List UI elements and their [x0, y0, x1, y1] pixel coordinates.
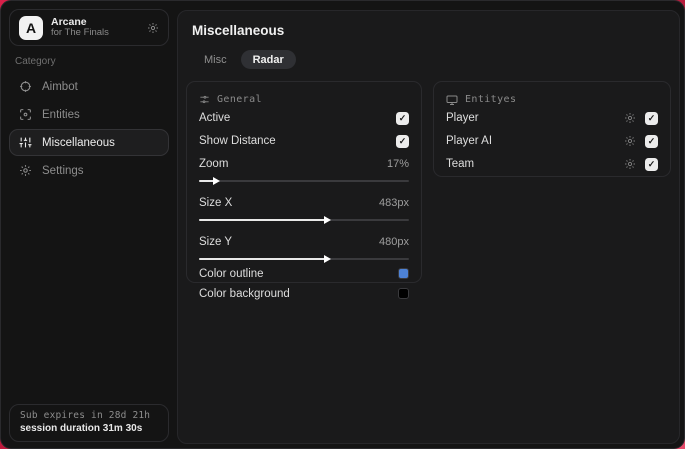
sidebar: A Arcane for The Finals Category Aimbot …	[1, 1, 177, 448]
zoom-value: 17%	[386, 158, 409, 170]
sidebar-item-miscellaneous[interactable]: Miscellaneous	[9, 129, 169, 156]
team-checkbox[interactable]	[645, 157, 658, 171]
color-outline-swatch[interactable]	[398, 268, 409, 279]
monitor-icon	[446, 94, 458, 106]
app-meta: Arcane for The Finals	[51, 16, 139, 39]
sidebar-nav: Aimbot Entities Miscellaneous Settings	[9, 73, 169, 185]
sliders-horizontal-icon	[199, 94, 210, 105]
category-label: Category	[15, 56, 56, 67]
zoom-slider[interactable]	[199, 176, 409, 185]
setting-label: Size X	[199, 197, 233, 209]
app-logo: A	[19, 15, 43, 40]
active-checkbox[interactable]	[396, 111, 409, 125]
entities-header-label: Entityes	[465, 94, 517, 105]
slider-thumb[interactable]	[199, 255, 331, 263]
crosshair-icon	[19, 80, 32, 93]
setting-row-color-outline: Color outline	[199, 264, 409, 283]
entity-label: Team	[446, 158, 475, 170]
entity-label: Player AI	[446, 135, 493, 147]
entity-row-team: Team	[446, 153, 658, 175]
session-duration-text: session duration 31m 30s	[20, 423, 143, 434]
sidebar-item-entities[interactable]: Entities	[9, 101, 169, 128]
gear-icon[interactable]	[624, 135, 636, 147]
entities-card: Entityes Player Player AI	[433, 81, 671, 177]
tab-bar: Misc Radar	[192, 50, 296, 69]
setting-label: Color background	[199, 287, 290, 300]
entities-card-header: Entityes	[446, 93, 658, 106]
general-card-header: General	[199, 93, 409, 106]
sidebar-item-settings[interactable]: Settings	[9, 157, 169, 184]
slider-track	[199, 180, 409, 182]
app-subtitle: for The Finals	[51, 27, 109, 39]
app-header-card: A Arcane for The Finals	[9, 9, 169, 46]
sidebar-item-label: Miscellaneous	[42, 136, 115, 149]
sidebar-item-aimbot[interactable]: Aimbot	[9, 73, 169, 100]
entity-row-player: Player	[446, 107, 658, 129]
subscription-card: Sub expires in 28d 21h session duration …	[9, 404, 169, 442]
player-checkbox[interactable]	[645, 111, 658, 125]
show-distance-checkbox[interactable]	[396, 134, 409, 148]
setting-label: Zoom	[199, 158, 229, 170]
setting-label: Color outline	[199, 267, 264, 280]
sub-expires-text: Sub expires in 28d 21h	[20, 410, 151, 421]
gear-icon[interactable]	[624, 112, 636, 124]
main-panel: Miscellaneous Misc Radar General Active …	[177, 10, 680, 444]
setting-row-show-distance: Show Distance	[199, 130, 409, 152]
color-background-swatch[interactable]	[398, 288, 409, 299]
sidebar-item-label: Settings	[42, 164, 84, 177]
size-y-slider[interactable]	[199, 254, 409, 263]
size-x-value: 483px	[379, 197, 409, 209]
general-header-label: General	[217, 94, 262, 105]
setting-row-size-x: Size X 483px	[199, 192, 409, 214]
setting-row-zoom: Zoom 17%	[199, 153, 409, 175]
size-y-value: 480px	[379, 236, 409, 248]
setting-row-size-y: Size Y 480px	[199, 231, 409, 253]
entity-row-player-ai: Player AI	[446, 130, 658, 152]
gear-icon[interactable]	[147, 22, 159, 34]
page-title: Miscellaneous	[192, 23, 285, 38]
setting-label: Active	[199, 112, 231, 124]
gear-icon[interactable]	[624, 158, 636, 170]
scan-icon	[19, 108, 32, 121]
app-window: A Arcane for The Finals Category Aimbot …	[0, 0, 685, 449]
setting-label: Size Y	[199, 236, 233, 248]
general-card: General Active Show Distance Zoom 17% Si…	[186, 81, 422, 300]
sidebar-item-label: Entities	[42, 108, 80, 121]
player-ai-checkbox[interactable]	[645, 134, 658, 148]
setting-label: Show Distance	[199, 135, 276, 147]
slider-thumb[interactable]	[199, 216, 331, 224]
sidebar-item-label: Aimbot	[42, 80, 78, 93]
entity-label: Player	[446, 112, 479, 124]
size-x-slider[interactable]	[199, 215, 409, 224]
sliders-icon	[19, 136, 32, 149]
tab-misc[interactable]: Misc	[192, 50, 239, 69]
tab-radar[interactable]: Radar	[240, 50, 296, 69]
gear-icon	[19, 164, 32, 177]
setting-row-active: Active	[199, 107, 409, 129]
slider-thumb[interactable]	[199, 177, 220, 185]
setting-row-color-background: Color background	[199, 284, 409, 303]
